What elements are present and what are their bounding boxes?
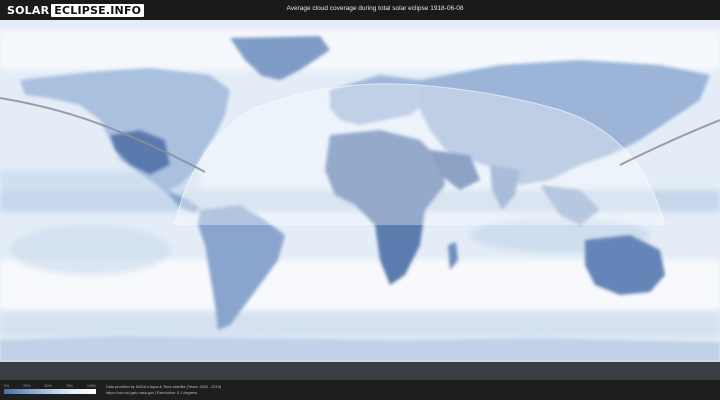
legend-tick-labels: 0% 25% 50% 75% 100% — [4, 384, 96, 388]
map-bottom-edge — [0, 362, 720, 380]
site-logo[interactable]: SOLAR ECLIPSE.INFO — [6, 3, 145, 17]
credit-line-url[interactable]: https://neo.sci.gsfc.nasa.gov | Resoluti… — [106, 391, 221, 397]
legend-tick: 50% — [44, 384, 52, 388]
header-bar: SOLAR ECLIPSE.INFO Average cloud coverag… — [0, 0, 720, 20]
land-antarctica — [0, 336, 720, 362]
map-title: Average cloud coverage during total sola… — [286, 5, 464, 12]
legend-tick: 0% — [4, 384, 10, 388]
cloud-coverage-map — [0, 20, 720, 380]
logo-text-eclipse-info: ECLIPSE.INFO — [51, 3, 145, 17]
legend-tick: 100% — [87, 384, 96, 388]
legend-tick: 75% — [65, 384, 73, 388]
legend-tick: 25% — [23, 384, 31, 388]
credit-line-source: Data provided by NASA's Aqua & Terra sat… — [106, 385, 222, 389]
data-credits: Data provided by NASA's Aqua & Terra sat… — [106, 385, 221, 396]
legend-color-bar — [4, 389, 96, 394]
logo-text-solar: SOLAR — [7, 3, 50, 17]
